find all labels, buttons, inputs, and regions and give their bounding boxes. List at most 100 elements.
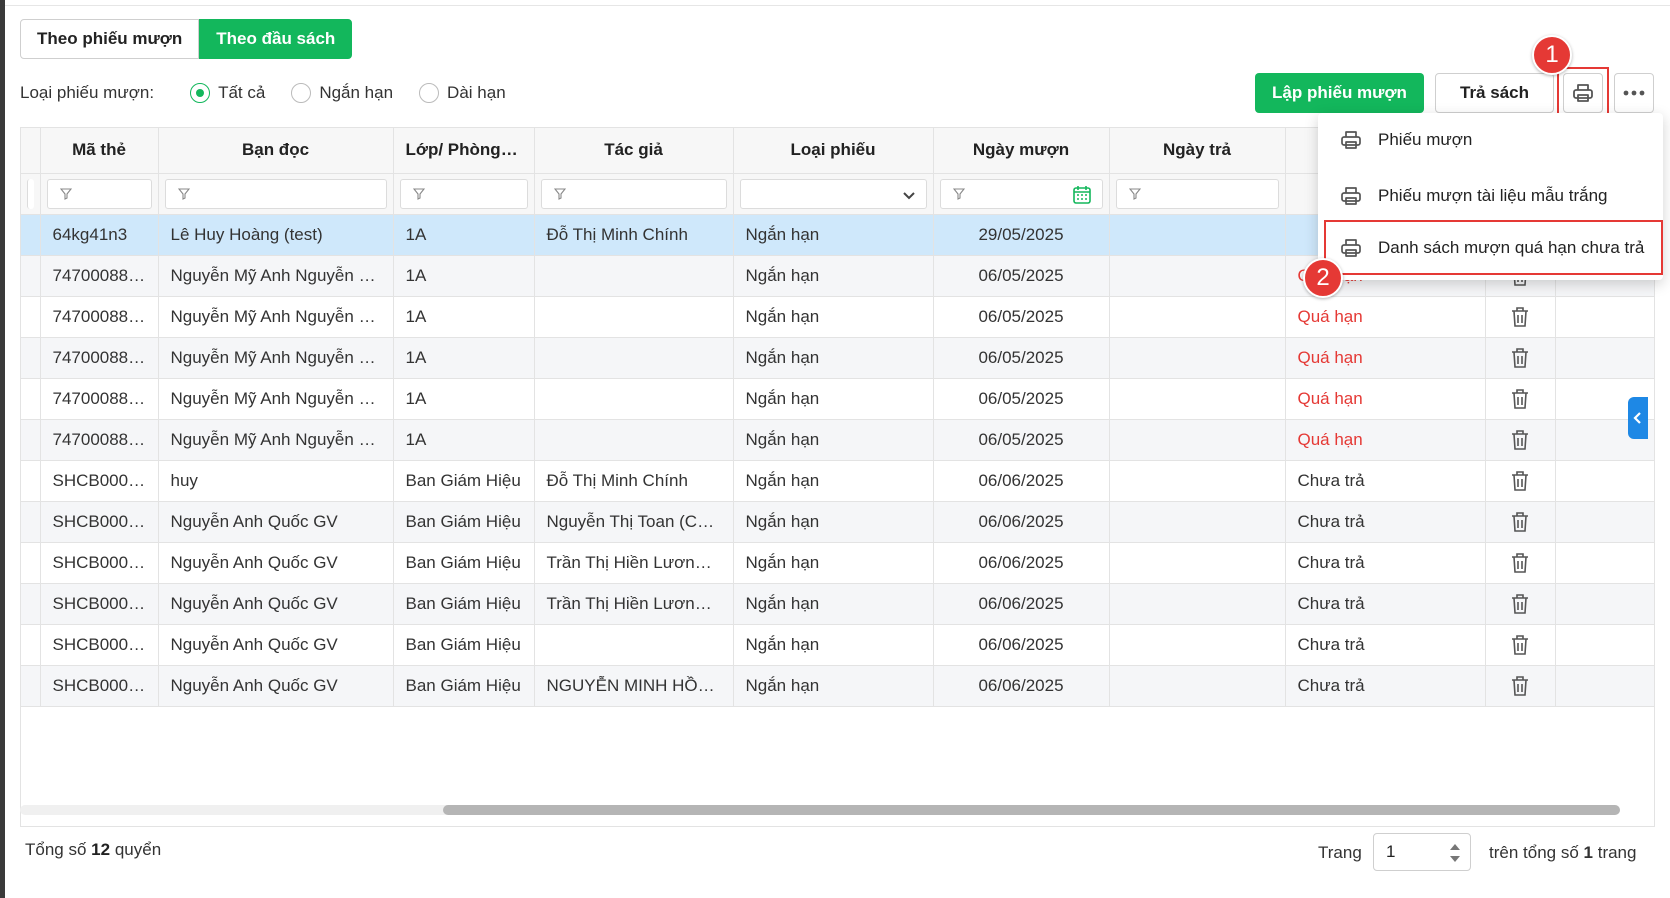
trash-icon[interactable]: [1498, 634, 1543, 656]
table-row[interactable]: 7470008862 Nguyễn Mỹ Anh Nguyễn M... 1A Ngắ…: [21, 337, 1654, 379]
radio-button[interactable]: [419, 83, 440, 103]
filter-ma-the-input[interactable]: [46, 178, 152, 209]
cell-loai-phieu: Ngắn hạn: [733, 378, 934, 420]
filter-ngay-tra-input[interactable]: [1115, 178, 1279, 209]
table-row[interactable]: SHCB00017 Nguyễn Anh Quốc GV Ban Giám Hiệu…: [21, 583, 1654, 625]
col-header-lop[interactable]: Lớp/ Phòng ban: [393, 128, 535, 174]
radio-button[interactable]: [190, 83, 211, 103]
radio-dai-han[interactable]: Dài hạn: [419, 83, 506, 103]
row-spacer: [21, 542, 41, 584]
row-spacer-right: [1555, 542, 1654, 584]
radio-tat-ca[interactable]: Tất cả: [190, 83, 265, 103]
trash-icon[interactable]: [1498, 306, 1543, 328]
more-options-button[interactable]: [1614, 73, 1654, 113]
row-spacer: [21, 255, 41, 297]
table-row[interactable]: SHCB00018 huy Ban Giám Hiệu Đỗ Thị Minh Chí…: [21, 460, 1654, 502]
cell-tac-gia: Trần Thị Hiền Lương (...: [534, 542, 734, 584]
table-row[interactable]: SHCB00017 Nguyễn Anh Quốc GV Ban Giám Hiệu…: [21, 624, 1654, 666]
trash-icon[interactable]: [1498, 593, 1543, 615]
col-header-ngay-tra[interactable]: Ngày trả: [1109, 128, 1286, 174]
cell-actions: [1485, 337, 1556, 379]
cell-ma-the: SHCB00018: [40, 460, 159, 502]
cell-ban-doc: Nguyễn Mỹ Anh Nguyễn M...: [158, 378, 394, 420]
table-row[interactable]: 7470008862 Nguyễn Mỹ Anh Nguyễn M... 1A Ngắ…: [21, 419, 1654, 461]
trash-icon[interactable]: [1498, 429, 1543, 451]
side-panel-toggle[interactable]: [1628, 397, 1648, 439]
table-row[interactable]: 7470008862 Nguyễn Mỹ Anh Nguyễn M... 1A Ngắ…: [21, 378, 1654, 420]
trash-icon[interactable]: [1498, 347, 1543, 369]
window-left-edge: [0, 0, 5, 898]
cell-ngay-muon: 06/06/2025: [933, 542, 1110, 584]
row-spacer-right: [1555, 624, 1654, 666]
filter-loai-phieu-select[interactable]: [739, 178, 927, 209]
col-header-ma-the[interactable]: Mã thẻ: [40, 128, 159, 174]
cell-trang-thai: Quá hạn: [1285, 378, 1486, 420]
cell-ban-doc: Nguyễn Mỹ Anh Nguyễn M...: [158, 255, 394, 297]
menu-item-phieu-muon-mau-trang[interactable]: Phiếu mượn tài liệu mẫu trắng: [1318, 169, 1663, 223]
cell-actions: [1485, 378, 1556, 420]
view-tabs: Theo phiếu mượn Theo đầu sách: [20, 19, 353, 59]
cell-ngay-tra: [1109, 624, 1286, 666]
trash-icon[interactable]: [1498, 552, 1543, 574]
trash-icon[interactable]: [1498, 511, 1543, 533]
cell-ban-doc: huy: [158, 460, 394, 502]
horizontal-scrollbar-thumb[interactable]: [443, 805, 1620, 815]
spinner-arrows-icon[interactable]: [1448, 841, 1462, 865]
row-spacer-right: [1555, 665, 1654, 707]
cell-ngay-tra: [1109, 583, 1286, 625]
cell-actions: [1485, 583, 1556, 625]
cell-ban-doc: Nguyễn Anh Quốc GV: [158, 542, 394, 584]
col-header-ngay-muon[interactable]: Ngày mượn: [933, 128, 1110, 174]
cell-loai-phieu: Ngắn hạn: [733, 542, 934, 584]
row-spacer: [21, 665, 41, 707]
table-row[interactable]: SHCB00017 Nguyễn Anh Quốc GV Ban Giám Hiệu…: [21, 665, 1654, 707]
cell-ngay-tra: [1109, 501, 1286, 543]
annotation-badge-1: 1: [1532, 35, 1572, 75]
calendar-icon[interactable]: [1072, 185, 1092, 205]
cell-lop: Ban Giám Hiệu: [393, 665, 535, 707]
row-spacer: [21, 337, 41, 379]
cell-tac-gia: [534, 378, 734, 420]
cell-ma-the: SHCB00017: [40, 665, 159, 707]
radio-ngan-han[interactable]: Ngắn hạn: [291, 83, 393, 103]
printer-icon: [1338, 184, 1364, 208]
cell-lop: 1A: [393, 378, 535, 420]
cell-ngay-muon: 06/06/2025: [933, 460, 1110, 502]
trash-icon[interactable]: [1498, 675, 1543, 697]
col-header-ban-doc[interactable]: Bạn đọc: [158, 128, 394, 174]
tab-theo-dau-sach[interactable]: Theo đầu sách: [199, 19, 353, 59]
return-book-button[interactable]: Trả sách: [1435, 73, 1554, 113]
radio-button[interactable]: [291, 83, 312, 103]
table-row[interactable]: SHCB00017 Nguyễn Anh Quốc GV Ban Giám Hiệu…: [21, 501, 1654, 543]
trash-icon[interactable]: [1498, 388, 1543, 410]
menu-item-phieu-muon[interactable]: Phiếu mượn: [1318, 113, 1663, 167]
row-spacer: [21, 296, 41, 338]
filter-ngay-muon-input[interactable]: [939, 178, 1103, 209]
col-header-loai-phieu[interactable]: Loại phiếu: [733, 128, 934, 174]
cell-lop: Ban Giám Hiệu: [393, 624, 535, 666]
col-header-tac-gia[interactable]: Tác giả: [534, 128, 734, 174]
cell-ngay-muon: 06/06/2025: [933, 501, 1110, 543]
cell-tac-gia: [534, 337, 734, 379]
create-loan-button[interactable]: Lập phiếu mượn: [1255, 73, 1424, 113]
cell-ngay-tra: [1109, 665, 1286, 707]
filter-tac-gia-input[interactable]: [540, 178, 727, 209]
cell-lop: 1A: [393, 296, 535, 338]
cell-ma-the: SHCB00017: [40, 624, 159, 666]
cell-actions: [1485, 665, 1556, 707]
cell-actions: [1485, 419, 1556, 461]
filter-ban-doc-input[interactable]: [164, 178, 387, 209]
table-row[interactable]: 7470008862 Nguyễn Mỹ Anh Nguyễn M... 1A Ngắ…: [21, 296, 1654, 338]
tab-theo-phieu-muon[interactable]: Theo phiếu mượn: [20, 19, 200, 59]
page-number-input[interactable]: 1: [1373, 833, 1471, 871]
cell-loai-phieu: Ngắn hạn: [733, 665, 934, 707]
trash-icon[interactable]: [1498, 470, 1543, 492]
cell-ma-the: 7470008862: [40, 419, 159, 461]
filter-lop-input[interactable]: [399, 178, 528, 209]
cell-ngay-tra: [1109, 378, 1286, 420]
loan-type-label: Loại phiếu mượn:: [20, 83, 155, 102]
cell-trang-thai: Quá hạn: [1285, 419, 1486, 461]
table-body: 64kg41n3 Lê Huy Hoàng (test) 1A Đỗ Thị Minh…: [21, 214, 1654, 707]
cell-ngay-muon: 06/05/2025: [933, 296, 1110, 338]
table-row[interactable]: SHCB00017 Nguyễn Anh Quốc GV Ban Giám Hiệu…: [21, 542, 1654, 584]
